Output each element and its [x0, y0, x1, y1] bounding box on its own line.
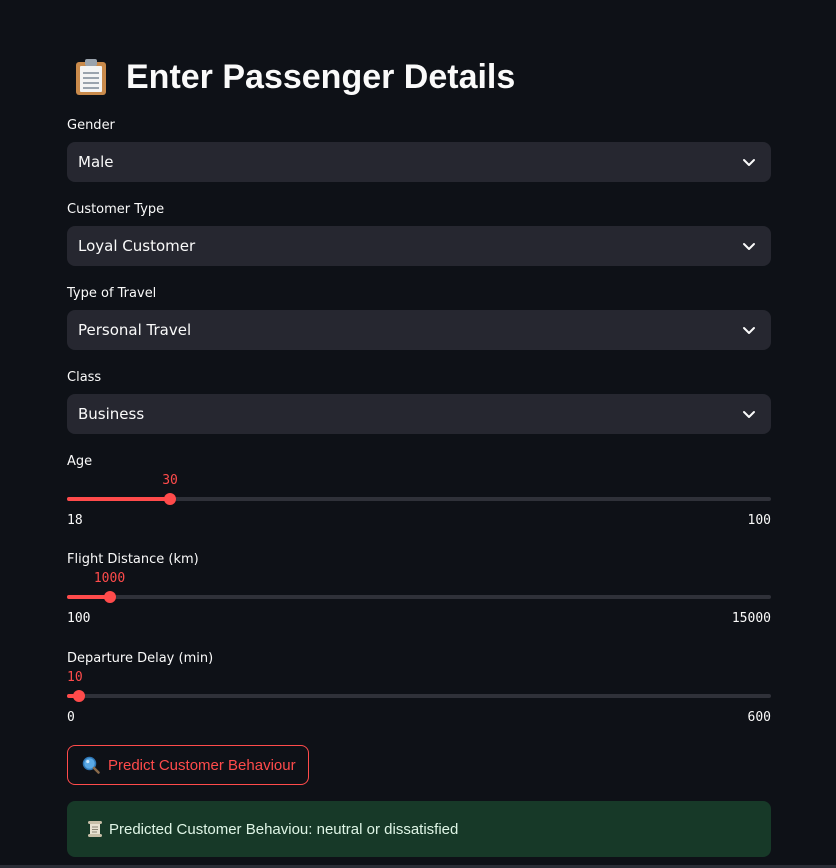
class-select[interactable]: Business — [67, 394, 771, 434]
slider-thumb[interactable] — [164, 493, 177, 505]
class-label: Class — [67, 370, 102, 385]
age-label: Age — [67, 454, 93, 469]
chevron-down-icon — [743, 411, 755, 418]
slider-min-label: 18 — [67, 513, 83, 528]
customer-type-label: Customer Type — [67, 202, 165, 217]
travel-type-select[interactable]: Personal Travel — [67, 310, 771, 350]
page-title: Enter Passenger Details — [73, 57, 515, 97]
chevron-down-icon — [743, 243, 755, 250]
clipboard-icon — [76, 59, 106, 95]
customer-type-value: Loyal Customer — [78, 237, 196, 255]
slider-current-value: 1000 — [93, 571, 126, 586]
scroll-icon — [88, 821, 102, 837]
departure-delay-label: Departure Delay (min) — [67, 651, 214, 666]
slider-min-label: 0 — [67, 710, 75, 725]
slider-max-label: 100 — [747, 513, 771, 528]
predict-button-label: Predict Customer Behaviour — [108, 756, 296, 774]
slider-track[interactable] — [67, 595, 771, 599]
slider-track[interactable] — [67, 694, 771, 698]
page-title-text: Enter Passenger Details — [126, 57, 516, 96]
slider-thumb[interactable] — [103, 591, 116, 603]
chevron-down-icon — [743, 159, 755, 166]
prediction-result-text: Predicted Customer Behaviou: neutral or … — [109, 820, 459, 838]
travel-type-value: Personal Travel — [78, 321, 192, 339]
slider-current-value: 30 — [162, 473, 178, 488]
app-main: Enter Passenger Details Gender Male Cust… — [0, 0, 836, 868]
gender-label: Gender — [67, 118, 115, 133]
gender-select[interactable]: Male — [67, 142, 771, 182]
chevron-down-icon — [743, 327, 755, 334]
prediction-result-alert: Predicted Customer Behaviou: neutral or … — [67, 801, 771, 857]
slider-max-label: 15000 — [731, 611, 771, 626]
slider-max-label: 600 — [747, 710, 771, 725]
flight-distance-label: Flight Distance (km) — [67, 552, 199, 567]
slider-current-value: 10 — [67, 670, 83, 685]
slider-fill — [67, 497, 171, 501]
class-value: Business — [78, 405, 145, 423]
slider-thumb[interactable] — [72, 690, 85, 702]
slider-min-label: 100 — [67, 611, 91, 626]
gender-value: Male — [78, 153, 114, 171]
customer-type-select[interactable]: Loyal Customer — [67, 226, 771, 266]
predict-button[interactable]: Predict Customer Behaviour — [67, 745, 309, 785]
travel-type-label: Type of Travel — [67, 286, 157, 301]
magnifier-icon — [82, 756, 100, 774]
